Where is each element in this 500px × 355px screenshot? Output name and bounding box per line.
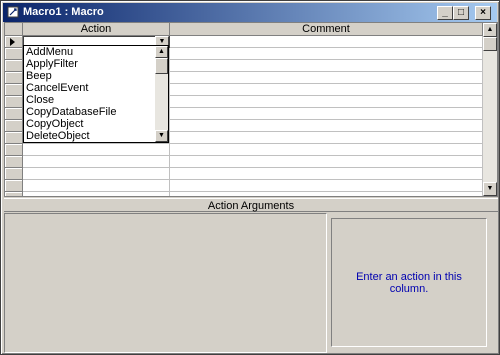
row-selector[interactable]	[5, 108, 23, 120]
comment-cell[interactable]	[170, 84, 483, 96]
row-selector[interactable]	[5, 96, 23, 108]
dropdown-scroll-up-button[interactable]: ▲	[155, 46, 168, 58]
action-cell[interactable]	[23, 144, 170, 156]
action-help-panel: Enter an action in this column.	[331, 218, 487, 347]
dropdown-scroll-down-button[interactable]: ▼	[155, 130, 168, 142]
maximize-button[interactable]: □	[453, 6, 469, 20]
action-cell[interactable]	[23, 168, 170, 180]
action-option[interactable]: ApplyFilter	[24, 58, 154, 70]
row-selector[interactable]	[5, 180, 23, 192]
macro-row	[5, 156, 483, 168]
row-selector[interactable]	[5, 156, 23, 168]
comment-cell[interactable]	[170, 144, 483, 156]
minimize-button[interactable]: _	[437, 6, 453, 20]
row-selector[interactable]	[5, 192, 23, 196]
close-button[interactable]: ×	[475, 6, 491, 20]
macro-row	[5, 180, 483, 192]
comment-cell[interactable]	[170, 48, 483, 60]
comment-cell[interactable]	[170, 192, 483, 196]
row-selector[interactable]	[5, 144, 23, 156]
window-title: Macro1 : Macro	[23, 6, 104, 18]
action-help-text: Enter an action in this column.	[356, 270, 462, 295]
action-option[interactable]: DeleteObject	[24, 130, 154, 142]
grid-corner-header[interactable]	[5, 23, 23, 36]
current-row-pointer-icon	[10, 38, 15, 46]
action-arguments-pane	[4, 213, 327, 353]
action-option[interactable]: Close	[24, 94, 154, 106]
row-selector[interactable]	[5, 60, 23, 72]
action-dropdown-list[interactable]: AddMenu ApplyFilter Beep CancelEvent Close Co…	[23, 45, 169, 143]
column-header-comment[interactable]: Comment	[170, 23, 483, 36]
macro-window: Macro1 : Macro _ □ × Action Comment ▼ ▲ …	[0, 0, 500, 355]
row-selector[interactable]	[5, 48, 23, 60]
column-header-action[interactable]: Action	[23, 23, 170, 36]
action-dropdown-items: AddMenu ApplyFilter Beep CancelEvent Close Co…	[24, 46, 154, 142]
title-bar[interactable]: Macro1 : Macro _ □ ×	[3, 3, 497, 22]
action-cell[interactable]	[23, 180, 170, 192]
comment-cell[interactable]	[170, 96, 483, 108]
action-option[interactable]: CopyObject	[24, 118, 154, 130]
row-selector[interactable]	[5, 72, 23, 84]
macro-row	[5, 144, 483, 156]
row-selector[interactable]	[5, 132, 23, 144]
row-selector[interactable]	[5, 36, 23, 48]
comment-cell[interactable]	[170, 132, 483, 144]
comment-cell[interactable]	[170, 180, 483, 192]
scroll-down-button[interactable]: ▼	[483, 182, 497, 196]
comment-cell[interactable]	[170, 168, 483, 180]
action-cell[interactable]	[23, 192, 170, 196]
row-selector[interactable]	[5, 84, 23, 96]
action-arguments-label: Action Arguments	[4, 198, 498, 212]
grid-vertical-scrollbar[interactable]: ▲ ▼	[483, 23, 497, 196]
row-selector[interactable]	[5, 168, 23, 180]
action-cell[interactable]	[23, 156, 170, 168]
macro-row	[5, 168, 483, 180]
action-option[interactable]: AddMenu	[24, 46, 154, 58]
macro-row	[5, 192, 483, 196]
comment-cell[interactable]	[170, 156, 483, 168]
row-selector[interactable]	[5, 120, 23, 132]
comment-cell[interactable]	[170, 60, 483, 72]
action-option[interactable]: CancelEvent	[24, 82, 154, 94]
scroll-thumb[interactable]	[483, 37, 497, 51]
comment-cell[interactable]	[170, 120, 483, 132]
dropdown-scroll-thumb[interactable]	[155, 58, 168, 74]
comment-cell[interactable]	[170, 36, 483, 48]
action-option[interactable]: CopyDatabaseFile	[24, 106, 154, 118]
dropdown-scrollbar[interactable]: ▲ ▼	[155, 46, 168, 142]
comment-cell[interactable]	[170, 108, 483, 120]
macro-icon	[7, 6, 19, 18]
action-option[interactable]: Beep	[24, 70, 154, 82]
comment-cell[interactable]	[170, 72, 483, 84]
scroll-up-button[interactable]: ▲	[483, 23, 497, 37]
